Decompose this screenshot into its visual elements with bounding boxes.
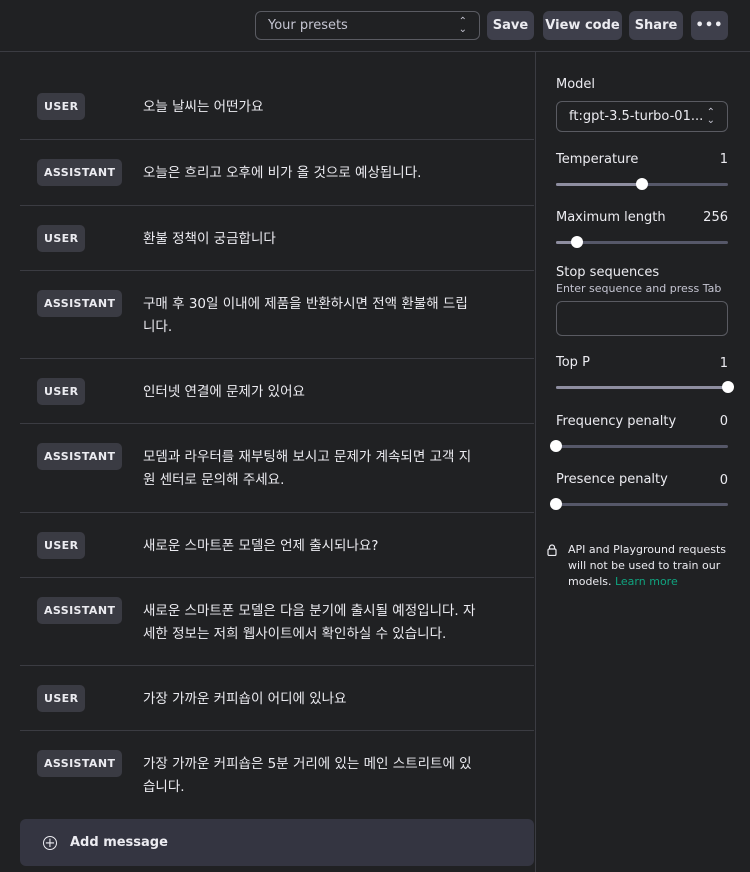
role-badge[interactable]: USER: [37, 378, 86, 405]
frequency-penalty-slider[interactable]: [550, 440, 728, 452]
message-row[interactable]: USER 환불 정책이 궁금합니다: [20, 206, 534, 271]
top-p-slider[interactable]: [556, 381, 734, 393]
top-p-value: 1: [719, 356, 728, 371]
message-row[interactable]: ASSISTANT 새로운 스마트폰 모델은 다음 분기에 출시될 예정입니다.…: [20, 578, 534, 666]
frequency-penalty-value: 0: [719, 414, 728, 429]
top-p-label: Top P: [556, 355, 590, 370]
message-text[interactable]: 가장 가까운 커피숍은 5분 거리에 있는 메인 스트리트에 있습니다.: [143, 753, 478, 799]
message-text[interactable]: 새로운 스마트폰 모델은 언제 출시되나요?: [143, 535, 478, 558]
message-text[interactable]: 환불 정책이 궁금합니다: [143, 228, 478, 251]
stop-sequences-input[interactable]: [556, 301, 728, 336]
presets-placeholder: Your presets: [268, 18, 348, 33]
message-text[interactable]: 가장 가까운 커피숍이 어디에 있나요: [143, 688, 478, 711]
message-text[interactable]: 모뎀과 라우터를 재부팅해 보시고 문제가 계속되면 고객 지원 센터로 문의해…: [143, 446, 478, 492]
model-value: ft:gpt-3.5-turbo-01...: [569, 109, 704, 124]
role-badge[interactable]: ASSISTANT: [37, 443, 123, 470]
model-select[interactable]: ft:gpt-3.5-turbo-01... ⌃ ⌄: [556, 101, 728, 132]
role-badge[interactable]: USER: [37, 225, 86, 252]
plus-circle-icon: +: [43, 835, 57, 851]
message-row[interactable]: USER 새로운 스마트폰 모델은 언제 출시되나요?: [20, 513, 534, 578]
settings-panel: Model ft:gpt-3.5-turbo-01... ⌃ ⌄ Temperat…: [535, 52, 750, 872]
slider-thumb[interactable]: [722, 381, 734, 393]
slider-thumb[interactable]: [636, 178, 648, 190]
privacy-note: API and Playground requests will not be …: [568, 542, 733, 590]
presence-penalty-slider[interactable]: [550, 498, 728, 510]
model-label: Model: [556, 77, 596, 92]
add-message-button[interactable]: + Add message: [20, 819, 534, 866]
chevron-updown-icon: ⌃ ⌄: [706, 107, 715, 126]
message-row[interactable]: USER 오늘 날씨는 어떤가요: [20, 74, 534, 140]
max-length-label: Maximum length: [556, 210, 666, 225]
frequency-penalty-label: Frequency penalty: [556, 414, 677, 429]
role-badge[interactable]: ASSISTANT: [37, 597, 123, 624]
slider-thumb[interactable]: [550, 440, 562, 452]
message-text[interactable]: 구매 후 30일 이내에 제품을 반환하시면 전액 환불해 드립니다.: [143, 293, 478, 339]
role-badge[interactable]: ASSISTANT: [37, 290, 123, 317]
message-text[interactable]: 새로운 스마트폰 모델은 다음 분기에 출시될 예정입니다. 자세한 정보는 저…: [143, 600, 478, 646]
top-bar: Your presets ⌃ ⌄ Save View code Share •••: [0, 0, 750, 52]
message-row[interactable]: ASSISTANT 가장 가까운 커피숍은 5분 거리에 있는 메인 스트리트에…: [20, 731, 534, 820]
message-text[interactable]: 인터넷 연결에 문제가 있어요: [143, 381, 478, 404]
message-row[interactable]: ASSISTANT 구매 후 30일 이내에 제품을 반환하시면 전액 환불해 …: [20, 271, 534, 359]
learn-more-link[interactable]: Learn more: [615, 575, 678, 588]
role-badge[interactable]: USER: [37, 532, 86, 559]
max-length-value: 256: [703, 210, 728, 225]
message-row[interactable]: USER 인터넷 연결에 문제가 있어요: [20, 359, 534, 424]
max-length-slider[interactable]: [556, 236, 728, 248]
role-badge[interactable]: ASSISTANT: [37, 159, 123, 186]
temperature-label: Temperature: [556, 152, 639, 167]
message-text[interactable]: 오늘은 흐리고 오후에 비가 올 것으로 예상됩니다.: [143, 162, 478, 185]
message-row[interactable]: ASSISTANT 오늘은 흐리고 오후에 비가 올 것으로 예상됩니다.: [20, 140, 534, 206]
presets-select[interactable]: Your presets ⌃ ⌄: [255, 11, 480, 40]
role-badge[interactable]: USER: [37, 685, 86, 712]
temperature-value: 1: [719, 152, 728, 167]
presence-penalty-value: 0: [719, 473, 728, 488]
temperature-slider[interactable]: [556, 178, 728, 190]
slider-fill: [556, 183, 642, 186]
role-badge[interactable]: USER: [37, 93, 86, 120]
add-message-label: Add message: [70, 835, 168, 850]
lock-icon: [547, 544, 557, 556]
save-button[interactable]: Save: [487, 11, 534, 40]
chevron-updown-icon: ⌃ ⌄: [458, 16, 467, 35]
view-code-button[interactable]: View code: [543, 11, 622, 40]
slider-thumb[interactable]: [570, 236, 583, 248]
stop-sequences-hint: Enter sequence and press Tab: [556, 282, 722, 295]
message-row[interactable]: USER 가장 가까운 커피숍이 어디에 있나요: [20, 666, 534, 731]
message-row[interactable]: ASSISTANT 모뎀과 라우터를 재부팅해 보시고 문제가 계속되면 고객 …: [20, 424, 534, 513]
more-options-button[interactable]: •••: [691, 11, 728, 40]
message-list: USER 오늘 날씨는 어떤가요 ASSISTANT 오늘은 흐리고 오후에 비…: [20, 74, 534, 820]
share-button[interactable]: Share: [629, 11, 683, 40]
stop-sequences-label: Stop sequences: [556, 265, 660, 280]
slider-fill: [556, 386, 728, 389]
role-badge[interactable]: ASSISTANT: [37, 750, 123, 777]
presence-penalty-label: Presence penalty: [556, 472, 668, 487]
slider-thumb[interactable]: [550, 498, 562, 510]
message-text[interactable]: 오늘 날씨는 어떤가요: [143, 96, 478, 119]
